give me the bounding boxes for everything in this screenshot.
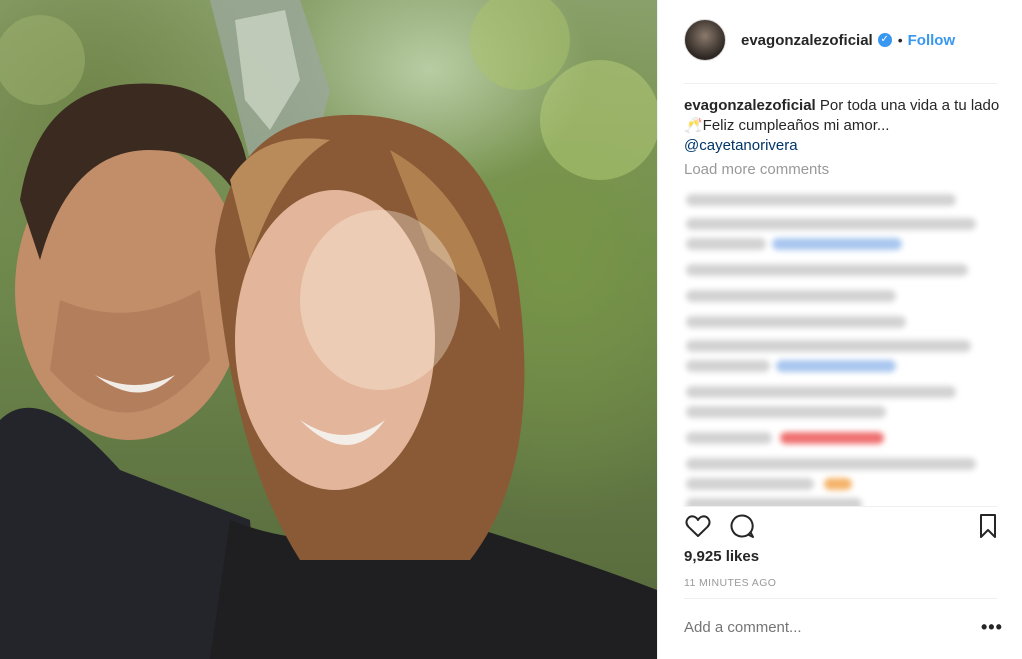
blurred-comment [686,290,896,302]
blurred-comment-highlight [780,432,884,444]
caption-mention-link[interactable]: @cayetanorivera [684,137,798,154]
blurred-comment [686,386,956,398]
bookmark-icon[interactable] [974,512,1002,540]
blurred-comment [686,218,976,230]
comment-bubble-icon[interactable] [728,512,756,540]
blurred-comment [686,316,906,328]
post-photo[interactable] [0,0,657,659]
blurred-comment [686,406,886,418]
blurred-comments-list [680,188,980,506]
follow-button[interactable]: Follow [908,32,956,49]
blurred-comment [686,238,766,250]
more-options-icon[interactable]: ••• [981,617,1003,638]
post-header: evagonzalezoficial ✓ • Follow [684,18,1002,62]
blurred-comment [686,458,976,470]
blurred-comment [686,264,968,276]
comments-divider [684,506,997,507]
blurred-comment [686,478,814,490]
blurred-comment-emoji [824,478,852,490]
header-separator: • [897,32,903,48]
post-sidebar: evagonzalezoficial ✓ • Follow evagonzale… [657,0,1022,659]
header-divider [684,83,997,84]
profile-avatar[interactable] [684,19,726,61]
caption-username[interactable]: evagonzalezoficial [684,97,816,114]
footer-divider [684,598,997,599]
post-actions [684,512,1002,540]
add-comment-input[interactable] [684,619,944,636]
blurred-comment-mention [772,238,902,250]
post-timestamp[interactable]: 11 MINUTES AGO [684,577,776,589]
like-count[interactable]: 9,925 likes [684,548,759,565]
post-author-username[interactable]: evagonzalezoficial [741,32,873,49]
load-more-comments-button[interactable]: Load more comments [684,161,829,178]
heart-icon[interactable] [684,512,712,540]
post-caption: evagonzalezoficial Por toda una vida a t… [684,96,1002,156]
verified-badge-icon: ✓ [877,33,892,47]
blurred-comment [686,340,971,352]
blurred-comment [686,194,956,206]
blurred-comment [686,432,772,444]
blurred-comment [686,498,862,506]
blurred-comment-mention [776,360,896,372]
blurred-comment [686,360,770,372]
selfie-photo-illustration [0,0,657,659]
